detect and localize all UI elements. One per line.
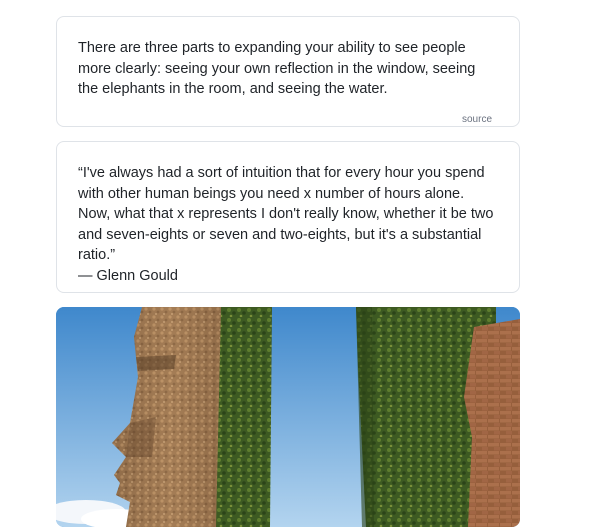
moai-stone-head-landscape-image <box>56 307 520 527</box>
quote-text: “I've always had a sort of intuition tha… <box>78 163 499 286</box>
text-card: There are three parts to expanding your … <box>56 16 520 127</box>
quote-attribution: — Glenn Gould <box>78 267 178 284</box>
quote-body: “I've always had a sort of intuition tha… <box>78 165 494 263</box>
quote-card: “I've always had a sort of intuition tha… <box>56 141 520 293</box>
image-card <box>56 307 520 527</box>
card-text: There are three parts to expanding your … <box>78 40 476 97</box>
source-link[interactable]: source <box>462 114 492 125</box>
